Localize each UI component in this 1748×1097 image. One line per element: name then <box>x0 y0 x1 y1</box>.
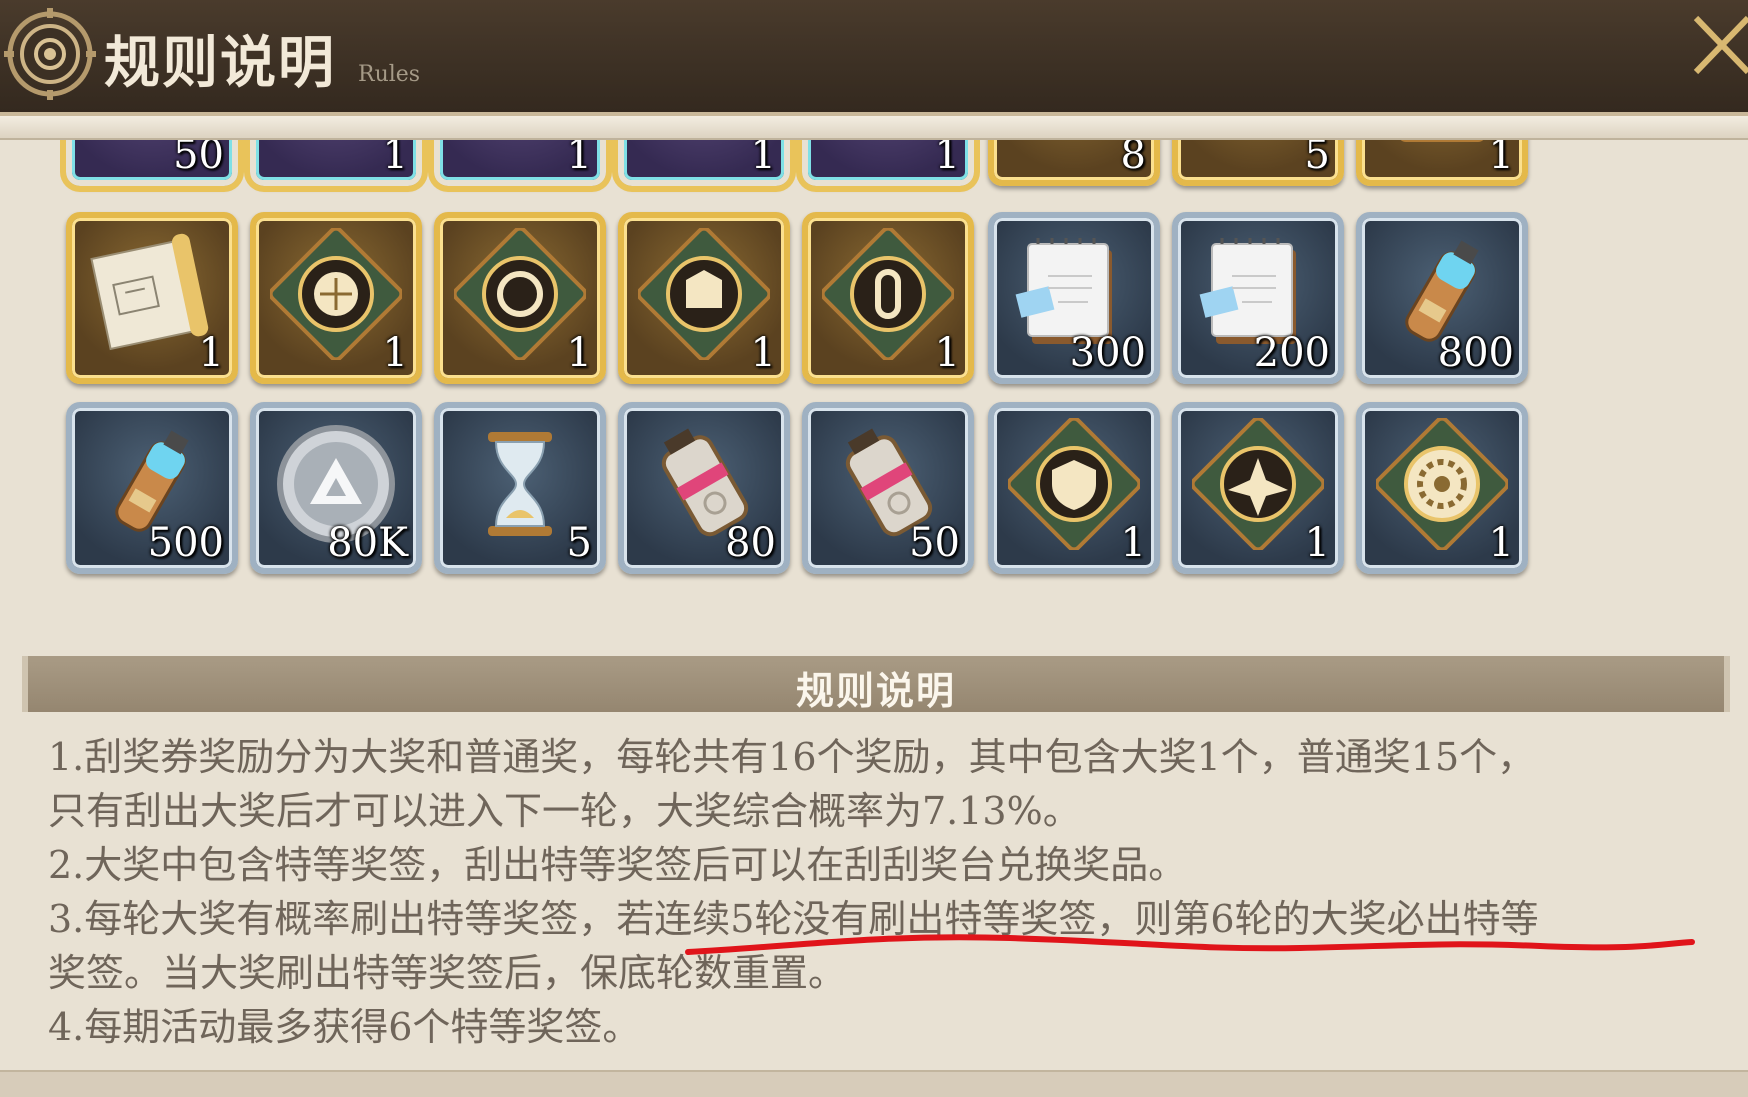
reward-tile[interactable]: 1 <box>250 140 422 186</box>
rule-line: 奖签。当大奖刷出特等奖签后，保底轮数重置。 <box>48 951 847 995</box>
reward-quantity: 1 <box>382 140 408 178</box>
reward-grid[interactable]: 50 1 1 1 1 8 5 1 1 1 1 1 1 300 200 800 5… <box>0 140 1748 650</box>
reward-quantity: 800 <box>1437 330 1514 376</box>
reward-quantity: 1 <box>382 330 408 376</box>
reward-tile[interactable]: 500 <box>66 402 238 574</box>
reward-tile[interactable]: 8 <box>988 140 1160 186</box>
reward-tile[interactable]: 1 <box>434 140 606 186</box>
reward-quantity: 1 <box>1488 140 1514 178</box>
reward-quantity: 200 <box>1253 330 1330 376</box>
reward-quantity: 1 <box>1120 520 1146 566</box>
page-title: 规则说明 <box>104 30 336 96</box>
reward-tile[interactable]: 1 <box>66 212 238 384</box>
rule-line: 3.每轮大奖有概率刷出特等奖签，若连续5轮没有刷出特等奖签，则第6轮的大奖必出特… <box>48 897 1539 941</box>
reward-quantity: 1 <box>934 140 960 178</box>
reward-quantity: 300 <box>1069 330 1146 376</box>
reward-quantity: 5 <box>1304 140 1330 178</box>
reward-quantity: 1 <box>750 330 776 376</box>
reward-tile[interactable]: 1 <box>1172 402 1344 574</box>
rule-line: 2.大奖中包含特等奖签，刮出特等奖签后可以在刮刮奖台兑换奖品。 <box>48 843 1187 887</box>
reward-quantity: 500 <box>147 520 224 566</box>
reward-quantity: 50 <box>173 140 224 178</box>
reward-quantity: 80 <box>725 520 776 566</box>
reward-tile[interactable]: 800 <box>1356 212 1528 384</box>
page-subtitle: Rules <box>358 62 421 87</box>
reward-tile[interactable]: 80K <box>250 402 422 574</box>
reward-tile[interactable]: 50 <box>66 140 238 186</box>
reward-tile[interactable]: 50 <box>802 402 974 574</box>
reward-quantity: 8 <box>1120 140 1146 178</box>
header-bar: 规则说明 Rules <box>0 0 1748 116</box>
reward-tile[interactable]: 1 <box>250 212 422 384</box>
reward-quantity: 1 <box>1488 520 1514 566</box>
header-divider <box>0 116 1748 140</box>
rules-section-header: 规则说明 <box>22 656 1730 713</box>
rule-line: 4.每期活动最多获得6个特等奖签。 <box>48 1005 641 1049</box>
reward-quantity: 1 <box>198 330 224 376</box>
reward-tile[interactable]: 1 <box>618 212 790 384</box>
rule-line: 只有刮出大奖后才可以进入下一轮，大奖综合概率为7.13%。 <box>48 789 1081 833</box>
reward-quantity: 1 <box>566 330 592 376</box>
reward-quantity: 1 <box>750 140 776 178</box>
reward-tile[interactable]: 80 <box>618 402 790 574</box>
reward-tile[interactable]: 1 <box>1356 402 1528 574</box>
rules-text: 1.刮奖券奖励分为大奖和普通奖，每轮共有16个奖励，其中包含大奖1个，普通奖15… <box>48 730 1708 1054</box>
rule-line: 1.刮奖券奖励分为大奖和普通奖，每轮共有16个奖励，其中包含大奖1个，普通奖15… <box>48 735 1536 779</box>
reward-tile[interactable]: 1 <box>434 212 606 384</box>
reward-quantity: 1 <box>566 140 592 178</box>
reward-quantity: 80K <box>327 520 408 566</box>
reward-quantity: 1 <box>934 330 960 376</box>
reward-tile[interactable]: 1 <box>1356 140 1528 186</box>
gear-emblem-icon <box>4 8 96 100</box>
close-icon[interactable] <box>1690 8 1748 84</box>
reward-quantity: 50 <box>909 520 960 566</box>
reward-tile[interactable]: 1 <box>802 140 974 186</box>
reward-quantity: 1 <box>1304 520 1330 566</box>
reward-tile[interactable]: 1 <box>618 140 790 186</box>
rules-section-title: 规则说明 <box>795 668 956 713</box>
reward-tile[interactable]: 1 <box>988 402 1160 574</box>
reward-tile[interactable]: 5 <box>1172 140 1344 186</box>
reward-tile[interactable]: 200 <box>1172 212 1344 384</box>
reward-quantity: 5 <box>566 520 592 566</box>
bottom-divider <box>0 1070 1748 1097</box>
reward-tile[interactable]: 1 <box>802 212 974 384</box>
reward-tile[interactable]: 300 <box>988 212 1160 384</box>
reward-tile[interactable]: 5 <box>434 402 606 574</box>
